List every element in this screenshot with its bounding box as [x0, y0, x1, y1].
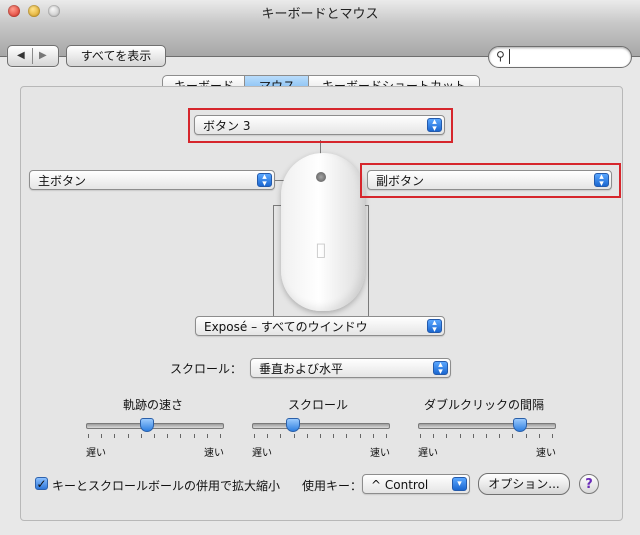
slider-tick [180, 434, 182, 438]
top-button-popup-value: ボタン 3 [203, 119, 251, 133]
slider-tick [293, 434, 295, 438]
scroll-speed-slider-thumb[interactable] [285, 418, 300, 432]
forward-icon[interactable]: ▶ [39, 50, 47, 61]
zoom-key-label: 使用キー： [302, 479, 363, 493]
slider-tick [346, 434, 348, 438]
zoom-key-popup-value: ^ Control [371, 478, 429, 492]
slider-tick [114, 434, 116, 438]
scroll-speed-track [252, 423, 390, 429]
top-button-popup[interactable]: ボタン 3 ▴ ▾ [194, 115, 445, 135]
popup-arrows-icon: ▴ ▾ [433, 361, 448, 377]
slider-tick [459, 434, 461, 438]
slider-tick [193, 434, 195, 438]
window-title: キーボードとマウス [261, 7, 379, 22]
zoom-checkbox-label: キーとスクロールボールの併用で拡大縮小 [52, 479, 281, 493]
slider-tick [552, 434, 553, 438]
slider-tick [433, 434, 435, 438]
left-button-popup-value: 主ボタン [38, 174, 87, 188]
toolbar: ◀ ▶ すべてを表示 ⚲ [0, 22, 640, 68]
left-button-popup[interactable]: 主ボタン ▴ ▾ [29, 170, 275, 190]
slider-tick [101, 434, 103, 438]
scroll-direction-popup[interactable]: 垂直および水平 ▴ ▾ [250, 358, 451, 378]
double-click-speed-max-label: 速い [536, 448, 556, 459]
scroll-speed-max-label: 速い [370, 448, 390, 459]
slider-tick [372, 434, 374, 438]
popup-arrows-icon: ▴ ▾ [427, 319, 442, 335]
slider-tick [206, 434, 208, 438]
double-click-speed-label: ダブルクリックの間隔 [424, 398, 545, 412]
popup-arrows-icon: ▴ ▾ [257, 173, 272, 189]
slider-tick [446, 434, 448, 438]
slider-tick [88, 434, 89, 438]
popup-arrows-icon: ▴ ▾ [594, 173, 609, 189]
slider-tick [280, 434, 282, 438]
slider-tick [359, 434, 361, 438]
popup-arrows-icon: ▴ ▾ [427, 118, 442, 134]
zoom-checkbox[interactable]: ✓ [35, 477, 48, 490]
search-field[interactable]: ⚲ [488, 46, 632, 68]
double-click-speed-track [418, 423, 556, 429]
slider-tick [525, 434, 527, 438]
options-button[interactable]: オプション... [478, 473, 570, 495]
slider-tick [512, 434, 514, 438]
tracking-speed-label: 軌跡の速さ [123, 398, 184, 412]
slider-tick [472, 434, 474, 438]
slider-tick [306, 434, 308, 438]
slider-tick [486, 434, 487, 438]
search-input[interactable] [509, 49, 620, 64]
connector-line-bottom-left [273, 205, 274, 317]
tracking-speed-track [86, 423, 224, 429]
help-button[interactable]: ? [579, 474, 599, 494]
popup-arrow-down-icon: ▾ [452, 477, 467, 491]
back-icon[interactable]: ◀ [17, 50, 25, 61]
slider-tick [140, 434, 142, 438]
slider-tick [220, 434, 221, 438]
back-forward-control[interactable]: ◀ ▶ [7, 45, 59, 67]
scroll-direction-popup-value: 垂直および水平 [259, 362, 344, 376]
connector-line-bottom-right [368, 205, 369, 317]
slider-tick [254, 434, 255, 438]
double-click-speed-slider-thumb[interactable] [513, 418, 527, 432]
right-button-popup[interactable]: 副ボタン ▴ ▾ [367, 170, 612, 190]
double-click-speed-min-label: 遅い [418, 448, 438, 459]
scroll-ball [316, 172, 326, 182]
bottom-button-popup[interactable]: Exposé – すべてのウインドウ ▴ ▾ [195, 316, 445, 336]
scroll-speed-min-label: 遅い [252, 448, 272, 459]
slider-tick [333, 434, 335, 438]
search-icon: ⚲ [496, 49, 505, 63]
slider-tick [167, 434, 169, 438]
slider-tick [127, 434, 129, 438]
show-all-button[interactable]: すべてを表示 [66, 45, 166, 67]
scroll-speed-label: スクロール [288, 398, 349, 412]
apple-logo-icon:  [314, 242, 328, 258]
scroll-label: スクロール： [170, 362, 243, 376]
zoom-key-popup[interactable]: ^ Control ▾ [362, 474, 470, 494]
slider-tick [499, 434, 501, 438]
tracking-speed-min-label: 遅い [86, 448, 106, 459]
bottom-button-popup-value: Exposé – すべてのウインドウ [204, 320, 368, 334]
tracking-speed-max-label: 速い [204, 448, 224, 459]
slider-tick [420, 434, 421, 438]
right-button-popup-value: 副ボタン [376, 174, 425, 188]
slider-tick [154, 434, 155, 438]
slider-tick [386, 434, 387, 438]
slider-tick [538, 434, 540, 438]
slider-tick [320, 434, 321, 438]
slider-tick [267, 434, 269, 438]
